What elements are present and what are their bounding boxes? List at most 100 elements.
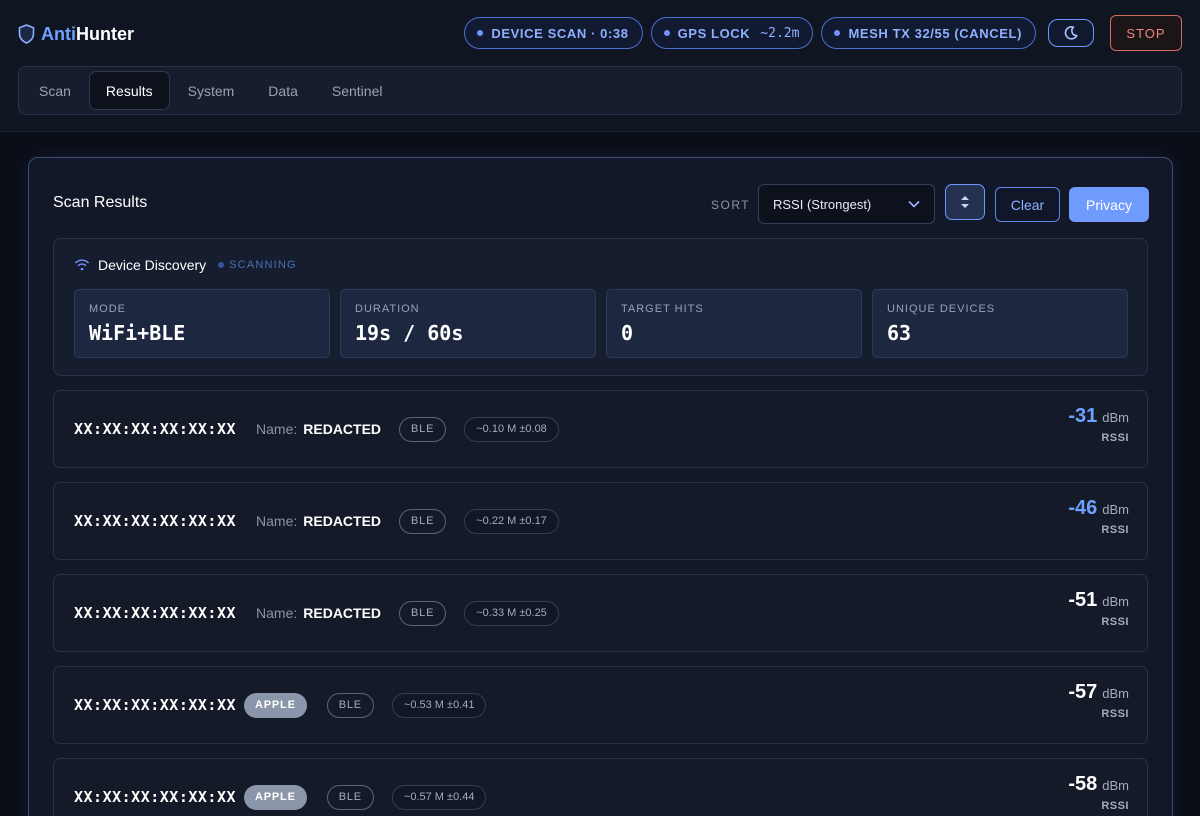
stat-label: TARGET HITS [621, 303, 704, 315]
rssi-unit: dBm [1102, 686, 1129, 701]
device-scan-text: DEVICE SCAN · 0:38 [491, 25, 629, 41]
sort-select-value: RSSI (Strongest) [773, 196, 872, 212]
device-distance: ~0.53 M ±0.41 [391, 692, 487, 718]
device-mac: XX:XX:XX:XX:XX:XX [74, 512, 237, 530]
gps-lock-pill[interactable]: GPS LOCK ~2.2m [650, 17, 814, 49]
mesh-tx-text: MESH TX 32/55 (CANCEL) [848, 25, 1022, 41]
device-info: XX:XX:XX:XX:XX:XX Name: REDACTED BLE ~0.… [74, 391, 559, 467]
status-dot-icon [663, 30, 670, 36]
device-row[interactable]: XX:XX:XX:XX:XX:XX APPLE BLE ~0.57 M ±0.4… [53, 758, 1148, 816]
device-distance: ~0.22 M ±0.17 [464, 508, 559, 534]
scan-results-card: Scan Results SORT RSSI (Strongest) Clear… [28, 157, 1173, 816]
device-distance: ~0.33 M ±0.25 [464, 600, 559, 626]
device-name: REDACTED [303, 421, 382, 437]
device-discovery-panel: Device Discovery SCANNING MODE WiFi+BLE … [53, 238, 1148, 376]
device-mac: XX:XX:XX:XX:XX:XX [74, 788, 237, 806]
rssi-value: -58 [1068, 773, 1098, 795]
device-name-label: Name: [256, 421, 298, 437]
status-pills: DEVICE SCAN · 0:38 GPS LOCK ~2.2m MESH T… [464, 15, 1182, 51]
discovery-stats: MODE WiFi+BLE DURATION 19s / 60s TARGET … [74, 289, 1128, 358]
device-type-badge: BLE [326, 692, 374, 718]
device-distance: ~0.10 M ±0.08 [464, 416, 559, 442]
scanning-status: SCANNING [218, 259, 297, 271]
privacy-button[interactable]: Privacy [1069, 187, 1149, 222]
gps-lock-value: ~2.2m [760, 25, 800, 41]
clear-button[interactable]: Clear [995, 187, 1060, 222]
stat-target-hits: TARGET HITS 0 [606, 289, 862, 358]
app-header: Anti Hunter DEVICE SCAN · 0:38 GPS LOCK ~… [0, 0, 1200, 132]
device-type-badge: BLE [326, 784, 374, 810]
device-row[interactable]: XX:XX:XX:XX:XX:XX APPLE BLE ~0.53 M ±0.4… [53, 666, 1148, 744]
device-distance: ~0.57 M ±0.44 [391, 784, 487, 810]
rssi-unit: dBm [1102, 502, 1129, 517]
sort-select[interactable]: RSSI (Strongest) [758, 184, 935, 224]
theme-toggle-button[interactable] [1048, 19, 1094, 47]
tab-sentinel[interactable]: Sentinel [316, 71, 399, 110]
stat-value: 19s / 60s [355, 321, 464, 345]
device-info: XX:XX:XX:XX:XX:XX Name: REDACTED BLE ~0.… [74, 575, 559, 651]
stat-value: WiFi+BLE [89, 321, 186, 345]
device-mac: XX:XX:XX:XX:XX:XX [74, 420, 237, 438]
rssi-value: -46 [1068, 497, 1098, 519]
device-info: XX:XX:XX:XX:XX:XX APPLE BLE ~0.53 M ±0.4… [74, 667, 487, 743]
device-name-label: Name: [256, 605, 298, 621]
device-name-label: Name: [256, 513, 298, 529]
main-tabs: Scan Results System Data Sentinel [18, 66, 1182, 115]
moon-icon [1064, 26, 1078, 40]
rssi-caption: RSSI [1101, 616, 1129, 628]
tab-data[interactable]: Data [252, 71, 314, 110]
device-row[interactable]: XX:XX:XX:XX:XX:XX Name: REDACTED BLE ~0.… [53, 482, 1148, 560]
card-title: Scan Results [53, 194, 148, 211]
stat-mode: MODE WiFi+BLE [74, 289, 330, 358]
brand-suffix: Hunter [76, 23, 134, 44]
tab-scan[interactable]: Scan [23, 71, 87, 110]
device-rssi: -31 dBm RSSI [1068, 405, 1129, 444]
device-name: REDACTED [303, 513, 382, 529]
device-row[interactable]: XX:XX:XX:XX:XX:XX Name: REDACTED BLE ~0.… [53, 390, 1148, 468]
device-type-badge: BLE [399, 416, 447, 442]
sort-direction-button[interactable] [945, 184, 985, 220]
device-type-badge: BLE [399, 600, 447, 626]
device-rssi: -46 dBm RSSI [1068, 497, 1129, 536]
stat-value: 0 [621, 321, 634, 345]
device-row[interactable]: XX:XX:XX:XX:XX:XX Name: REDACTED BLE ~0.… [53, 574, 1148, 652]
rssi-unit: dBm [1102, 594, 1129, 609]
device-scan-pill[interactable]: DEVICE SCAN · 0:38 [464, 17, 643, 49]
status-dot-icon [477, 30, 484, 36]
stat-unique-devices: UNIQUE DEVICES 63 [872, 289, 1128, 358]
discovery-header: Device Discovery SCANNING [74, 257, 297, 273]
device-info: XX:XX:XX:XX:XX:XX Name: REDACTED BLE ~0.… [74, 483, 559, 559]
tab-system[interactable]: System [172, 71, 251, 110]
rssi-unit: dBm [1102, 778, 1129, 793]
wifi-icon [74, 259, 90, 271]
device-mac: XX:XX:XX:XX:XX:XX [74, 696, 237, 714]
rssi-value: -51 [1068, 589, 1098, 611]
device-type-badge: BLE [399, 508, 447, 534]
sort-arrows-icon [961, 196, 969, 208]
brand-logo: Anti Hunter [18, 22, 134, 46]
stat-label: UNIQUE DEVICES [887, 303, 996, 315]
device-name: REDACTED [303, 605, 382, 621]
device-info: XX:XX:XX:XX:XX:XX APPLE BLE ~0.57 M ±0.4… [74, 759, 487, 816]
shield-icon [18, 24, 35, 44]
discovery-title: Device Discovery [98, 257, 207, 273]
device-mac: XX:XX:XX:XX:XX:XX [74, 604, 237, 622]
stat-value: 63 [887, 321, 912, 345]
stat-label: MODE [89, 303, 126, 315]
stop-button[interactable]: STOP [1110, 15, 1182, 51]
rssi-value: -31 [1068, 405, 1098, 427]
rssi-caption: RSSI [1101, 524, 1129, 536]
scanning-status-text: SCANNING [229, 259, 297, 271]
stat-duration: DURATION 19s / 60s [340, 289, 596, 358]
gps-lock-label: GPS LOCK [677, 25, 751, 41]
vendor-badge: APPLE [244, 784, 307, 810]
device-rssi: -51 dBm RSSI [1068, 589, 1129, 628]
status-dot-icon [834, 30, 841, 36]
sort-label: SORT [711, 198, 751, 212]
rssi-caption: RSSI [1101, 708, 1129, 720]
mesh-tx-pill[interactable]: MESH TX 32/55 (CANCEL) [821, 17, 1036, 49]
scanning-dot-icon [218, 262, 225, 268]
vendor-badge: APPLE [244, 692, 307, 718]
device-rssi: -58 dBm RSSI [1068, 773, 1129, 812]
tab-results[interactable]: Results [88, 71, 170, 110]
